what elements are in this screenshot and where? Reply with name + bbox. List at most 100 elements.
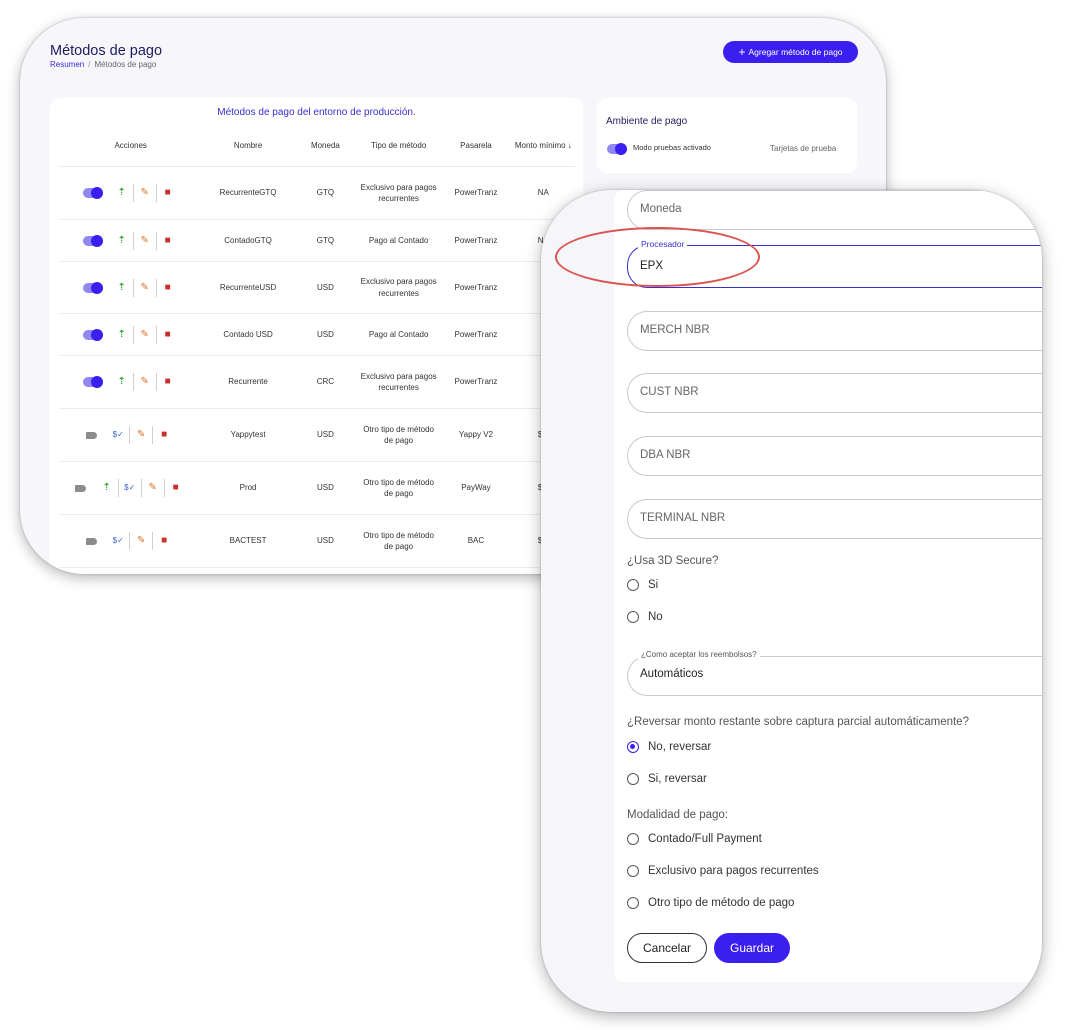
pencil-icon[interactable]: ✎ [134, 235, 156, 247]
tag-icon[interactable] [74, 484, 86, 492]
row-actions: ⇡ ✎ ■ [59, 166, 203, 220]
payment-environment-panel: Ambiente de pago Modo pruebas activado T… [597, 98, 857, 173]
col-header-actions: Acciones [59, 126, 203, 167]
merch-nbr-input[interactable]: MERCH NBR [627, 311, 1042, 351]
tag-icon[interactable] [86, 537, 98, 545]
cancel-button[interactable]: Cancelar [627, 933, 707, 963]
pencil-icon[interactable]: ✎ [130, 535, 152, 547]
cell-method-type: Otro tipo de método de pago [357, 514, 441, 568]
environment-title: Ambiente de pago [606, 116, 688, 127]
active-toggle[interactable] [82, 187, 103, 199]
cell-method-type: Otro tipo de método de pago [357, 461, 441, 515]
cell-method-type: Pago al Contado [357, 219, 441, 262]
cell-method-type: Exclusivo para pagos recurrentes [357, 166, 441, 220]
pencil-icon[interactable]: ✎ [130, 429, 152, 441]
reverse-option-si[interactable]: Si, reversar [627, 773, 707, 785]
payment-method-form-card: Moneda Procesador EPX MERCH NBR CUST NBR… [541, 190, 1042, 1012]
table-caption: Métodos de pago del entorno de producció… [217, 107, 416, 118]
cell-method-type: Pago al Contado [357, 313, 441, 356]
cell-gateway: PowerTranz [440, 219, 512, 262]
payment-check-icon[interactable]: $✓ [119, 482, 141, 494]
trash-icon[interactable]: ■ [153, 535, 175, 547]
trash-icon[interactable]: ■ [157, 376, 179, 388]
row-actions: $✓ ✎ ■ [59, 514, 203, 568]
cell-name: RecurrenteGTQ [202, 166, 294, 220]
cell-name: BACTEST [202, 514, 294, 568]
tag-icon[interactable] [86, 431, 98, 439]
col-header-name[interactable]: Nombre [202, 126, 294, 167]
active-toggle[interactable] [82, 376, 103, 388]
cust-nbr-input[interactable]: CUST NBR [627, 373, 1042, 413]
cell-gateway: PayWay [440, 461, 512, 515]
row-actions: $✓ ✎ ■ [59, 408, 203, 462]
pencil-icon[interactable]: ✎ [142, 482, 164, 494]
cell-currency: USD [293, 313, 358, 356]
breadcrumb-current: Métodos de pago [94, 60, 157, 69]
pencil-icon[interactable]: ✎ [134, 282, 156, 294]
col-header-currency[interactable]: Moneda [293, 126, 358, 167]
cell-gateway: PowerTranz [440, 355, 512, 409]
active-toggle[interactable] [82, 234, 103, 247]
cell-gateway: PowerTranz [440, 313, 512, 356]
active-toggle[interactable] [82, 328, 103, 341]
payment-check-icon[interactable]: $✓ [107, 535, 129, 547]
table-row: ⇡ ✎ ■ RecurrenteUSD USD Exclusivo para p… [59, 261, 575, 314]
payment-check-icon[interactable]: $✓ [107, 429, 129, 441]
trash-icon[interactable]: ■ [157, 235, 179, 247]
secure3d-question: ¿Usa 3D Secure? [627, 555, 719, 567]
test-cards-link[interactable]: Tarjetas de prueba [770, 144, 836, 153]
active-toggle[interactable] [82, 281, 103, 294]
test-mode-toggle[interactable] [607, 143, 627, 155]
currency-select[interactable]: Moneda [627, 190, 1042, 230]
plus-icon: + [738, 45, 746, 59]
test-mode-label: Modo pruebas activado [633, 143, 711, 152]
dba-nbr-input[interactable]: DBA NBR [627, 436, 1042, 476]
merch-nbr-placeholder: MERCH NBR [640, 324, 710, 336]
add-payment-method-button[interactable]: + Agregar método de pago [723, 41, 858, 63]
save-button[interactable]: Guardar [714, 933, 790, 963]
col-header-min-amount[interactable]: Monto mínimo ↓ [511, 126, 575, 167]
terminal-nbr-input[interactable]: TERMINAL NBR [627, 499, 1042, 539]
sort-arrow-icon[interactable]: ↓ [568, 141, 572, 150]
row-actions: ⇡ ✎ ■ [59, 355, 203, 409]
pencil-icon[interactable]: ✎ [134, 329, 156, 341]
radio-label: Exclusivo para pagos recurrentes [648, 865, 819, 877]
radio-label: Otro tipo de método de pago [648, 897, 795, 909]
secure3d-option-si[interactable]: Si [627, 579, 658, 591]
upload-arrow-icon[interactable]: ⇡ [111, 187, 133, 199]
cust-nbr-placeholder: CUST NBR [640, 386, 699, 398]
col-header-gateway[interactable]: Pasarela [440, 126, 512, 167]
pencil-icon[interactable]: ✎ [134, 187, 156, 199]
trash-icon[interactable]: ■ [157, 329, 179, 341]
trash-icon[interactable]: ■ [165, 482, 187, 494]
upload-arrow-icon[interactable]: ⇡ [111, 235, 133, 247]
upload-arrow-icon[interactable]: ⇡ [111, 329, 133, 341]
trash-icon[interactable]: ■ [157, 187, 179, 199]
pencil-icon[interactable]: ✎ [134, 376, 156, 388]
table-row: ⇡ ✎ ■ ContadoGTQ GTQ Pago al Contado Pow… [59, 219, 575, 262]
upload-arrow-icon[interactable]: ⇡ [111, 282, 133, 294]
modality-option-contado[interactable]: Contado/Full Payment [627, 833, 762, 845]
col-header-method-type[interactable]: Tipo de método [357, 126, 441, 167]
cell-currency: GTQ [293, 166, 358, 220]
breadcrumb-resumen-link[interactable]: Resumen [50, 60, 84, 69]
form-panel: Moneda Procesador EPX MERCH NBR CUST NBR… [614, 190, 1042, 982]
refunds-select[interactable]: ¿Como aceptar los reembolsos? Automático… [627, 650, 1042, 696]
cell-name: Recurrente [202, 355, 294, 409]
col-header-min-amount-label: Monto mínimo [514, 141, 566, 150]
reverse-question: ¿Reversar monto restante sobre captura p… [627, 716, 969, 728]
upload-arrow-icon[interactable]: ⇡ [96, 482, 118, 494]
trash-icon[interactable]: ■ [153, 429, 175, 441]
page-title: Métodos de pago [50, 43, 163, 59]
breadcrumb: Resumen / Métodos de pago [50, 60, 156, 69]
upload-arrow-icon[interactable]: ⇡ [111, 376, 133, 388]
modality-option-recurrentes[interactable]: Exclusivo para pagos recurrentes [627, 865, 819, 877]
terminal-nbr-placeholder: TERMINAL NBR [640, 512, 726, 524]
methods-table-panel: Métodos de pago del entorno de producció… [50, 98, 583, 574]
trash-icon[interactable]: ■ [157, 282, 179, 294]
secure3d-option-no[interactable]: No [627, 611, 663, 623]
cell-gateway: BAC [440, 514, 512, 568]
modality-option-otro[interactable]: Otro tipo de método de pago [627, 897, 794, 909]
cell-name: RecurrenteUSD [202, 261, 294, 314]
reverse-option-no[interactable]: No, reversar [627, 741, 711, 753]
